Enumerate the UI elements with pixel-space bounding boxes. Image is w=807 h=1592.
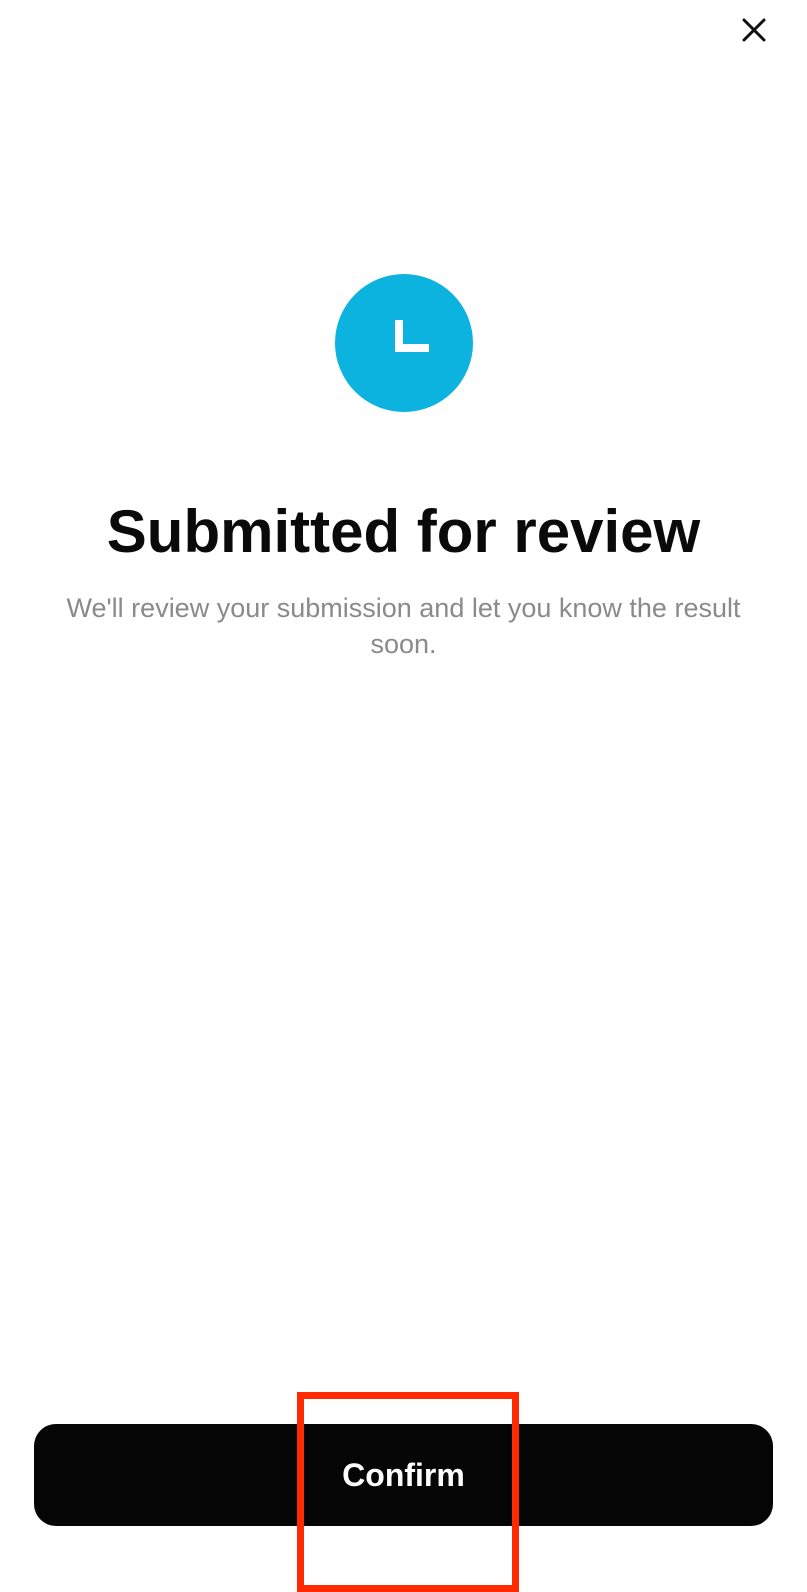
clock-icon [395,320,429,352]
clock-status-icon [335,274,473,412]
close-icon [742,18,766,42]
page-title: Submitted for review [106,498,701,565]
close-button[interactable] [724,0,784,60]
confirm-button[interactable]: Confirm [34,1424,773,1526]
status-message: We'll review your submission and let you… [66,593,741,659]
